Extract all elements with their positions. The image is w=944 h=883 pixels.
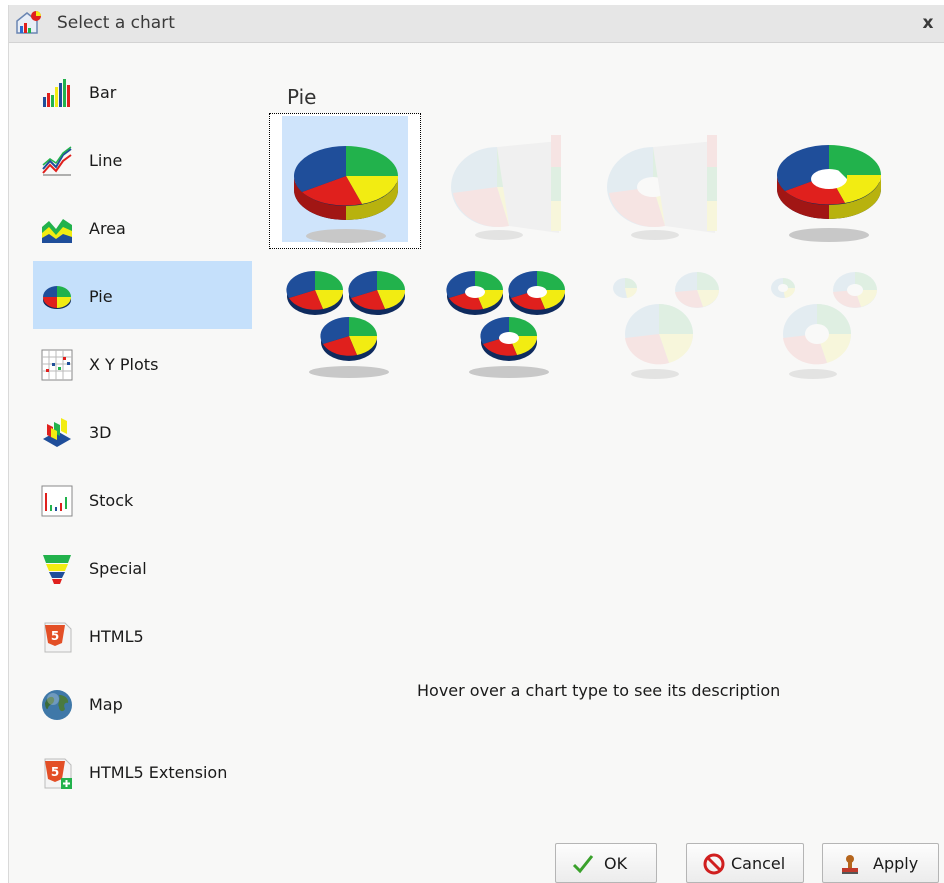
thumb-pie-3d[interactable] (269, 113, 421, 249)
pie-bar-breakout-icon (451, 135, 561, 240)
dialog-title: Select a chart (57, 13, 175, 33)
stamp-icon (839, 853, 861, 875)
sidebar-item-3d[interactable]: 3D (33, 397, 252, 465)
select-chart-dialog: Select a chart x Bar Line Area Pie X Y P… (8, 5, 944, 883)
sidebar-item-label: Special (89, 559, 147, 578)
stock-chart-icon (41, 485, 73, 517)
close-button[interactable]: x (919, 13, 937, 35)
sidebar-item-label: HTML5 (89, 627, 144, 646)
svg-text:5: 5 (51, 765, 59, 779)
sidebar-item-bar[interactable]: Bar (33, 57, 252, 125)
sidebar-item-label: Bar (89, 83, 117, 102)
proportional-pie-icon (613, 272, 719, 379)
xy-plot-icon (41, 349, 73, 381)
thumb-multi-pie[interactable] (279, 260, 431, 396)
sidebar-item-special[interactable]: Special (33, 533, 252, 601)
sidebar-item-label: Map (89, 695, 123, 714)
cancel-icon (703, 853, 725, 875)
line-chart-icon (41, 145, 73, 177)
pie-3d-chart-icon (293, 146, 398, 243)
funnel-chart-icon (41, 553, 73, 585)
globe-icon (41, 689, 73, 721)
apply-button[interactable]: Apply (822, 843, 939, 883)
thumb-pie-bar-breakout (439, 113, 591, 249)
thumb-ring-bar-breakout (595, 113, 747, 249)
chart-wizard-icon (13, 9, 45, 37)
html5-extension-icon: 5 (41, 757, 73, 789)
html5-icon: 5 (41, 621, 73, 653)
ring-3d-chart-icon (776, 145, 881, 242)
sidebar-item-label: Area (89, 219, 126, 238)
sidebar-item-line[interactable]: Line (33, 125, 252, 193)
chart-description-hint: Hover over a chart type to see its descr… (417, 681, 781, 700)
bar-chart-icon (41, 77, 73, 109)
sidebar-item-xy-plots[interactable]: X Y Plots (33, 329, 252, 397)
thumb-proportional-ring (753, 260, 905, 396)
thumb-ring-3d[interactable] (753, 113, 905, 249)
apply-label: Apply (873, 854, 919, 873)
ok-button[interactable]: OK (555, 843, 657, 883)
sidebar-item-area[interactable]: Area (33, 193, 252, 261)
sidebar-item-html5-extension[interactable]: 5 HTML5 Extension (33, 737, 252, 805)
thumb-multi-ring[interactable] (439, 260, 591, 396)
sidebar-item-label: X Y Plots (89, 355, 159, 374)
area-chart-icon (41, 213, 73, 245)
pie-chart-icon (41, 281, 73, 313)
sidebar-item-label: Line (89, 151, 123, 170)
sidebar-item-label: 3D (89, 423, 112, 442)
sidebar-item-stock[interactable]: Stock (33, 465, 252, 533)
ring-bar-breakout-icon (607, 135, 717, 240)
proportional-ring-icon (771, 272, 877, 379)
svg-text:5: 5 (51, 629, 59, 643)
dialog-titlebar[interactable]: Select a chart x (9, 5, 944, 43)
chart-category-list: Bar Line Area Pie X Y Plots 3D Stock Spe… (33, 57, 252, 805)
sidebar-item-map[interactable]: Map (33, 669, 252, 737)
sidebar-item-label: Stock (89, 491, 134, 510)
cancel-button[interactable]: Cancel (686, 843, 804, 883)
sidebar-item-html5[interactable]: 5 HTML5 (33, 601, 252, 669)
section-title: Pie (287, 85, 317, 109)
3d-chart-icon (41, 417, 73, 449)
cancel-label: Cancel (731, 854, 786, 873)
sidebar-item-label: HTML5 Extension (89, 763, 228, 782)
multi-pie-chart-icon (286, 270, 406, 378)
ok-label: OK (604, 854, 628, 873)
multi-ring-chart-icon (446, 270, 566, 378)
sidebar-item-pie[interactable]: Pie (33, 261, 252, 329)
sidebar-item-label: Pie (89, 287, 113, 306)
thumb-proportional-pie (595, 260, 747, 396)
checkmark-icon (572, 853, 594, 875)
